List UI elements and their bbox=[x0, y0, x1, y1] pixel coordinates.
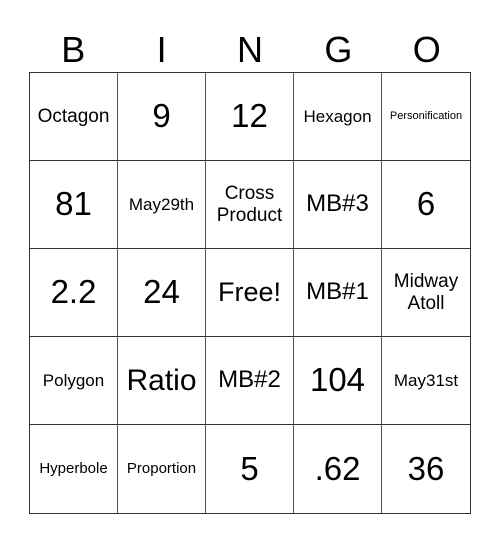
bingo-cell[interactable]: .62 bbox=[294, 425, 382, 513]
bingo-cell[interactable]: MB#2 bbox=[206, 337, 294, 425]
bingo-cell[interactable]: Hyperbole bbox=[30, 425, 118, 513]
bingo-cell[interactable]: 12 bbox=[206, 73, 294, 161]
bingo-card: Octagon 9 12 Hexagon Personification 81 … bbox=[29, 72, 471, 514]
bingo-cell[interactable]: 5 bbox=[206, 425, 294, 513]
bingo-cell[interactable]: MB#1 bbox=[294, 249, 382, 337]
bingo-cell[interactable]: 104 bbox=[294, 337, 382, 425]
bingo-header: B I N G O bbox=[29, 28, 471, 72]
header-letter-n: N bbox=[236, 29, 263, 70]
bingo-cell[interactable]: 24 bbox=[118, 249, 206, 337]
bingo-cell[interactable]: 9 bbox=[118, 73, 206, 161]
bingo-cell[interactable]: 2.2 bbox=[30, 249, 118, 337]
bingo-cell[interactable]: Hexagon bbox=[294, 73, 382, 161]
bingo-cell[interactable]: May29th bbox=[118, 161, 206, 249]
bingo-cell[interactable]: Proportion bbox=[118, 425, 206, 513]
header-letter-i: I bbox=[156, 29, 167, 70]
bingo-cell[interactable]: Octagon bbox=[30, 73, 118, 161]
bingo-cell[interactable]: May31st bbox=[382, 337, 470, 425]
bingo-cell[interactable]: Ratio bbox=[118, 337, 206, 425]
bingo-cell[interactable]: Personification bbox=[382, 73, 470, 161]
bingo-cell[interactable]: 6 bbox=[382, 161, 470, 249]
header-letter-g: G bbox=[324, 29, 353, 70]
header-letter-b: B bbox=[61, 29, 86, 70]
bingo-cell[interactable]: 81 bbox=[30, 161, 118, 249]
bingo-cell[interactable]: Polygon bbox=[30, 337, 118, 425]
bingo-cell[interactable]: MB#3 bbox=[294, 161, 382, 249]
header-letter-o: O bbox=[412, 29, 441, 70]
bingo-cell[interactable]: Midway Atoll bbox=[382, 249, 470, 337]
free-space-cell[interactable]: Free! bbox=[206, 249, 294, 337]
bingo-cell[interactable]: Cross Product bbox=[206, 161, 294, 249]
bingo-cell[interactable]: 36 bbox=[382, 425, 470, 513]
